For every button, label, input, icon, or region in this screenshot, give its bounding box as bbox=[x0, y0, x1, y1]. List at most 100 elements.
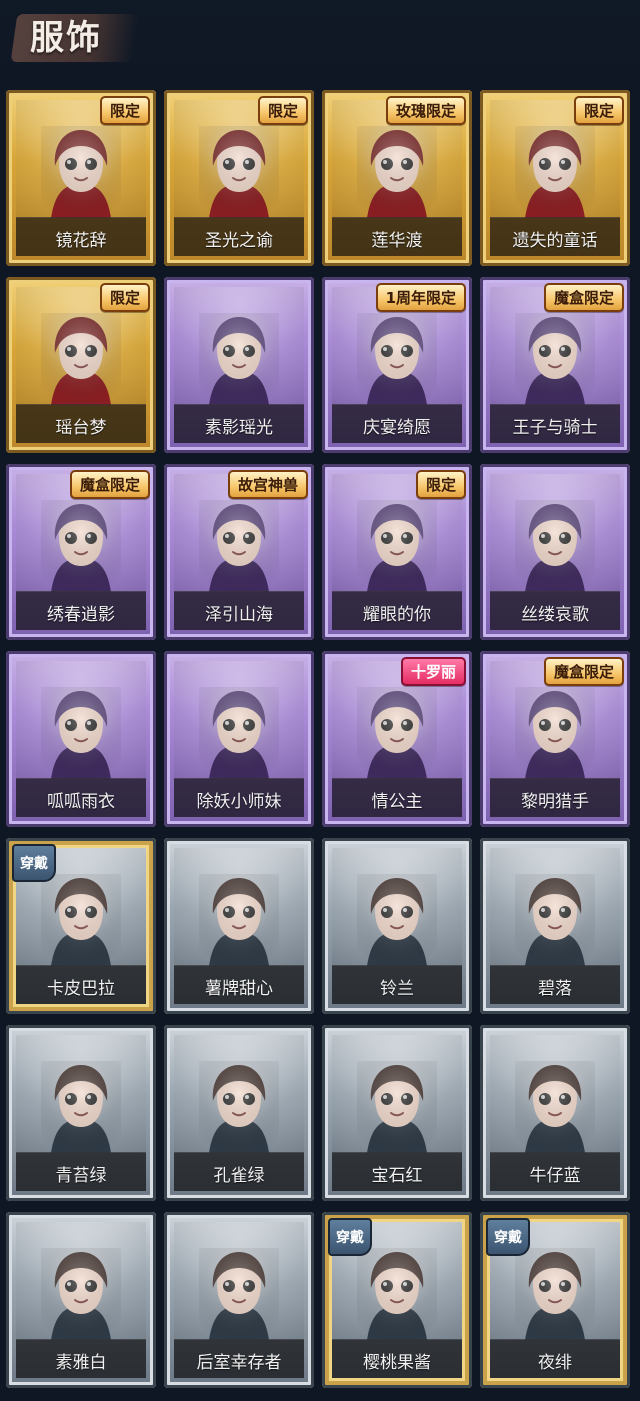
costume-card[interactable]: 丝缕哀歌 bbox=[480, 464, 630, 640]
limited-badge: 魔盒限定 bbox=[543, 657, 624, 686]
costume-card[interactable]: 除妖小师妹 bbox=[164, 651, 314, 827]
costume-card[interactable]: 呱呱雨衣 bbox=[6, 651, 156, 827]
costume-name: 素雅白 bbox=[55, 1353, 107, 1373]
costume-name: 卡皮巴拉 bbox=[47, 979, 115, 999]
costume-card[interactable]: 限定 耀眼的你 bbox=[322, 464, 472, 640]
costume-card[interactable]: 素雅白 bbox=[6, 1212, 156, 1388]
character-portrait bbox=[41, 1061, 121, 1153]
costume-card[interactable]: 薯牌甜心 bbox=[164, 838, 314, 1014]
costume-name-bar: 丝缕哀歌 bbox=[490, 591, 620, 630]
costume-name: 素影瑶光 bbox=[205, 418, 273, 438]
costume-name-bar: 莲华渡 bbox=[332, 217, 462, 256]
costume-card[interactable]: 魔盒限定 绣春逍影 bbox=[6, 464, 156, 640]
costume-card[interactable]: 碧落 bbox=[480, 838, 630, 1014]
costume-card[interactable]: 青苔绿 bbox=[6, 1025, 156, 1201]
costume-card[interactable]: 1周年限定 庆宴绮愿 bbox=[322, 277, 472, 453]
costume-card[interactable]: 限定 圣光之谕 bbox=[164, 90, 314, 266]
costume-name: 丝缕哀歌 bbox=[521, 605, 589, 625]
costume-name-bar: 情公主 bbox=[332, 778, 462, 817]
character-portrait-icon bbox=[515, 313, 595, 405]
costume-card[interactable]: 牛仔蓝 bbox=[480, 1025, 630, 1201]
character-portrait-icon bbox=[41, 500, 121, 592]
character-portrait-icon bbox=[199, 874, 279, 966]
costume-name: 庆宴绮愿 bbox=[363, 418, 431, 438]
costume-name: 樱桃果酱 bbox=[363, 1353, 431, 1373]
costume-card[interactable]: 故宫神兽 泽引山海 bbox=[164, 464, 314, 640]
wearing-badge: 穿戴 bbox=[328, 1218, 372, 1256]
costume-card[interactable]: 玫瑰限定莲华渡 bbox=[322, 90, 472, 266]
character-portrait-icon bbox=[199, 687, 279, 779]
costume-name: 情公主 bbox=[371, 792, 423, 812]
costume-name-bar: 樱桃果酱 bbox=[332, 1339, 462, 1378]
character-portrait-icon bbox=[357, 1061, 437, 1153]
costume-card[interactable]: 穿戴卡皮巴拉 bbox=[6, 838, 156, 1014]
character-portrait-icon bbox=[515, 1248, 595, 1340]
costume-name-bar: 夜绯 bbox=[490, 1339, 620, 1378]
character-portrait bbox=[199, 687, 279, 779]
wearing-badge: 穿戴 bbox=[486, 1218, 530, 1256]
costume-card[interactable]: 十罗丽 情公主 bbox=[322, 651, 472, 827]
character-portrait bbox=[515, 874, 595, 966]
costume-name-bar: 泽引山海 bbox=[174, 591, 304, 630]
costume-name-bar: 遗失的童话 bbox=[490, 217, 620, 256]
limited-badge: 限定 bbox=[573, 96, 624, 125]
character-portrait-icon bbox=[515, 1061, 595, 1153]
character-portrait-icon bbox=[199, 126, 279, 218]
wearing-badge: 穿戴 bbox=[12, 844, 56, 882]
costume-name: 孔雀绿 bbox=[213, 1166, 265, 1186]
character-portrait bbox=[199, 126, 279, 218]
character-portrait-icon bbox=[515, 874, 595, 966]
character-portrait-icon bbox=[41, 687, 121, 779]
character-portrait bbox=[515, 1061, 595, 1153]
costume-name-bar: 圣光之谕 bbox=[174, 217, 304, 256]
character-portrait bbox=[199, 1061, 279, 1153]
character-portrait-icon bbox=[357, 500, 437, 592]
costume-card[interactable]: 魔盒限定 王子与骑士 bbox=[480, 277, 630, 453]
character-portrait bbox=[357, 1061, 437, 1153]
character-portrait bbox=[41, 500, 121, 592]
costume-name: 圣光之谕 bbox=[205, 231, 273, 251]
character-portrait-icon bbox=[41, 1248, 121, 1340]
page-title: 服饰 bbox=[30, 18, 102, 58]
costume-name: 黎明猎手 bbox=[521, 792, 589, 812]
costume-name: 青苔绿 bbox=[55, 1166, 107, 1186]
character-portrait bbox=[41, 126, 121, 218]
character-portrait-icon bbox=[357, 874, 437, 966]
costume-card[interactable]: 穿戴夜绯 bbox=[480, 1212, 630, 1388]
limited-badge: 限定 bbox=[99, 96, 150, 125]
costume-name: 绣春逍影 bbox=[47, 605, 115, 625]
character-portrait bbox=[199, 874, 279, 966]
costume-grid: 限定 镜花辞 限定 圣光之谕 玫瑰限定 莲华渡 限定 遗失的童话 限定 瑶台梦 … bbox=[0, 84, 640, 1401]
header: 服饰 bbox=[0, 0, 640, 84]
costume-card[interactable]: 素影瑶光 bbox=[164, 277, 314, 453]
costume-name: 镜花辞 bbox=[55, 231, 107, 251]
character-portrait-icon bbox=[199, 1061, 279, 1153]
costume-name-bar: 王子与骑士 bbox=[490, 404, 620, 443]
costume-card[interactable]: 孔雀绿 bbox=[164, 1025, 314, 1201]
costume-card[interactable]: 后室幸存者 bbox=[164, 1212, 314, 1388]
costume-card[interactable]: 穿戴樱桃果酱 bbox=[322, 1212, 472, 1388]
limited-badge: 玫瑰限定 bbox=[385, 96, 466, 125]
costume-name-bar: 青苔绿 bbox=[16, 1152, 146, 1191]
character-portrait bbox=[41, 874, 121, 966]
costume-card[interactable]: 限定镜花辞 bbox=[6, 90, 156, 266]
costume-name-bar: 绣春逍影 bbox=[16, 591, 146, 630]
costume-card[interactable]: 魔盒限定黎明猎手 bbox=[480, 651, 630, 827]
costume-card[interactable]: 限定遗失的童话 bbox=[480, 90, 630, 266]
character-portrait bbox=[41, 313, 121, 405]
character-portrait-icon bbox=[199, 1248, 279, 1340]
costume-name-bar: 除妖小师妹 bbox=[174, 778, 304, 817]
costume-name-bar: 孔雀绿 bbox=[174, 1152, 304, 1191]
costume-name: 除妖小师妹 bbox=[196, 792, 282, 812]
costume-name-bar: 素雅白 bbox=[16, 1339, 146, 1378]
costume-name-bar: 碧落 bbox=[490, 965, 620, 1004]
character-portrait bbox=[199, 313, 279, 405]
character-portrait bbox=[515, 126, 595, 218]
character-portrait bbox=[357, 126, 437, 218]
character-portrait-icon bbox=[41, 313, 121, 405]
costume-card[interactable]: 限定 瑶台梦 bbox=[6, 277, 156, 453]
costume-card[interactable]: 铃兰 bbox=[322, 838, 472, 1014]
character-portrait-icon bbox=[199, 500, 279, 592]
costume-name: 薯牌甜心 bbox=[205, 979, 273, 999]
costume-card[interactable]: 宝石红 bbox=[322, 1025, 472, 1201]
